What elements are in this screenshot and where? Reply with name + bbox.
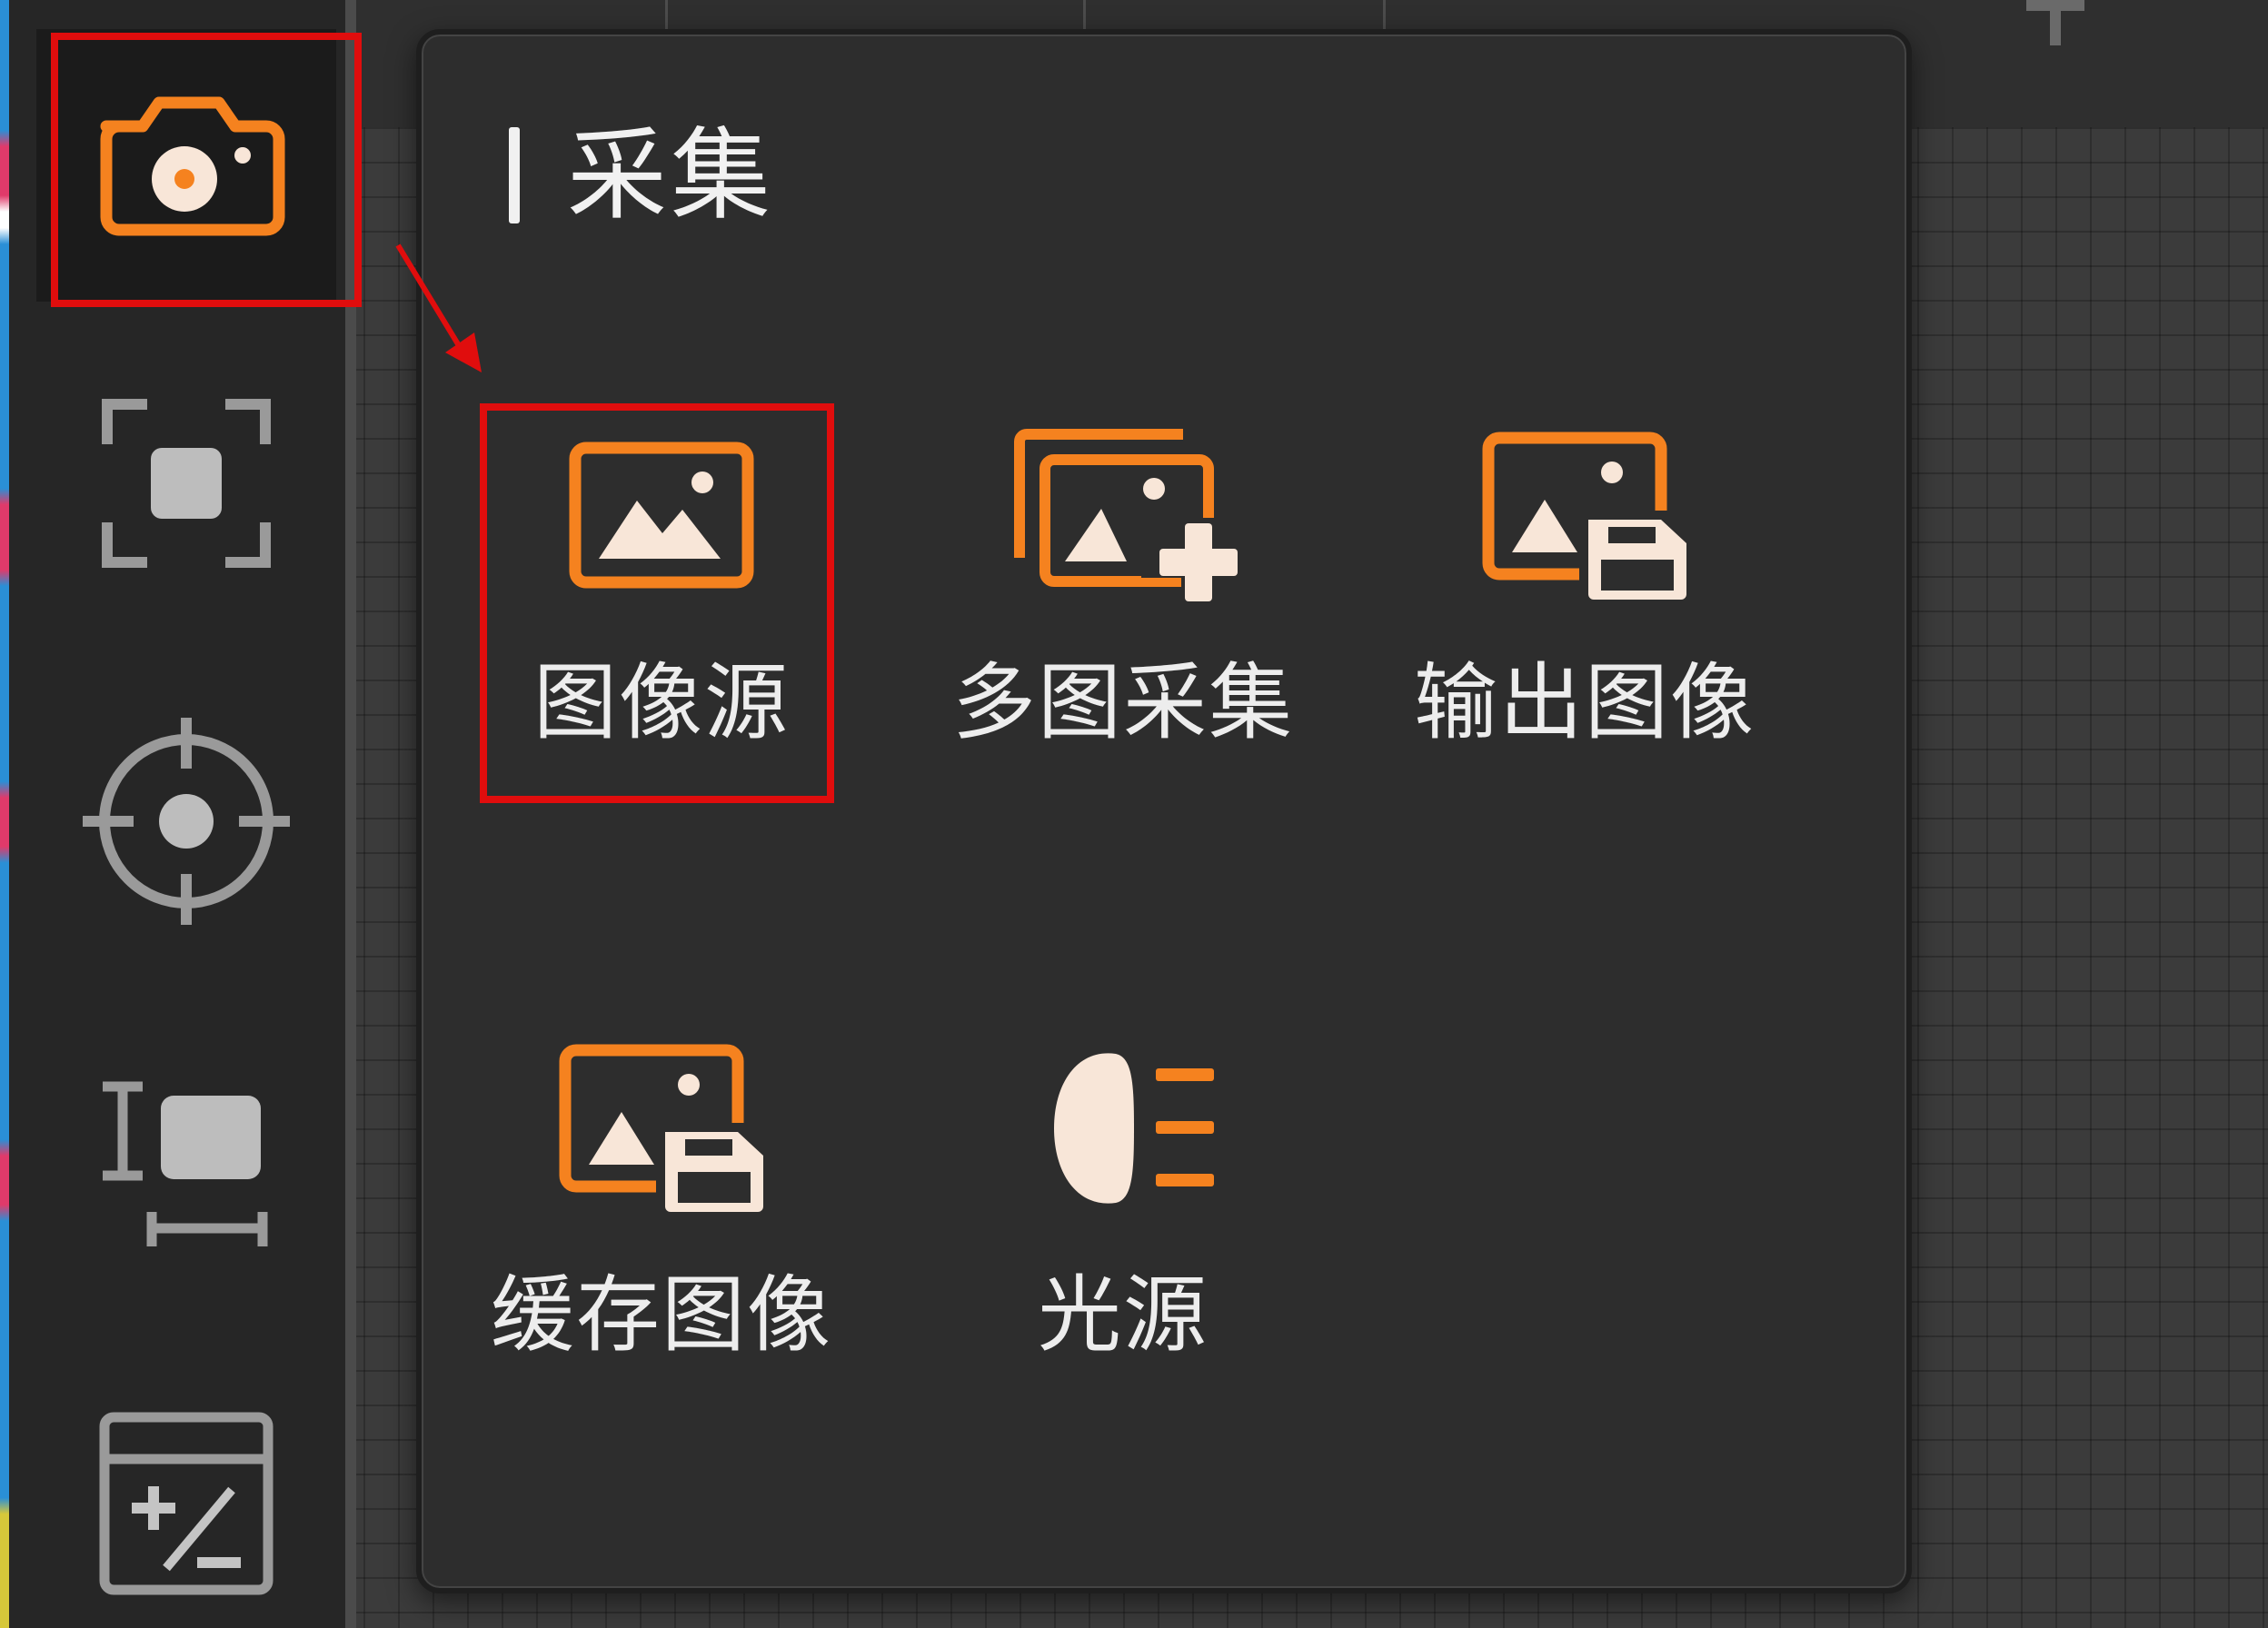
- add-icon[interactable]: [2001, 0, 2110, 55]
- multi-image-add-icon: [1014, 429, 1241, 607]
- cache-image-icon: [559, 1044, 771, 1219]
- section-title: 采集: [567, 117, 774, 233]
- sidebar-item-target[interactable]: [36, 685, 336, 958]
- tool-multi-image[interactable]: 多图采集: [941, 416, 1305, 798]
- app-canvas: 采集 图像源 多图采集 输出图像 缓存图像 光源: [0, 0, 2268, 1628]
- tool-output-image[interactable]: 输出图像: [1403, 416, 1766, 798]
- sidebar-item-measure[interactable]: [36, 1030, 336, 1303]
- tool-label: 缓存图像: [490, 1266, 832, 1364]
- light-source-icon: [1054, 1053, 1214, 1204]
- tool-label: 光源: [1037, 1266, 1209, 1364]
- image-source-icon: [569, 442, 754, 589]
- section-header: 采集: [509, 125, 774, 225]
- tool-label: 图像源: [532, 654, 790, 751]
- sidebar-item-calculate[interactable]: [36, 1363, 336, 1626]
- calculator-icon: [99, 1412, 274, 1595]
- tool-label: 多图采集: [951, 654, 1294, 751]
- tool-image-source[interactable]: 图像源: [480, 416, 843, 798]
- neighbor-panel-edge: [0, 0, 9, 1628]
- left-toolbar: [9, 0, 356, 1628]
- camera-icon: [100, 96, 285, 236]
- output-image-icon: [1482, 432, 1694, 607]
- title-accent-bar: [509, 127, 520, 223]
- measure-icon: [103, 1081, 268, 1246]
- sidebar-item-locate[interactable]: [36, 347, 336, 620]
- target-icon: [83, 718, 290, 925]
- tool-cache-image[interactable]: 缓存图像: [480, 1028, 843, 1410]
- capture-tool-panel: 采集 图像源 多图采集 输出图像 缓存图像 光源: [416, 29, 1912, 1593]
- focus-frame-icon: [102, 399, 271, 568]
- sidebar-item-capture[interactable]: [36, 29, 336, 302]
- tool-light-source[interactable]: 光源: [941, 1028, 1305, 1410]
- tool-label: 输出图像: [1413, 654, 1756, 751]
